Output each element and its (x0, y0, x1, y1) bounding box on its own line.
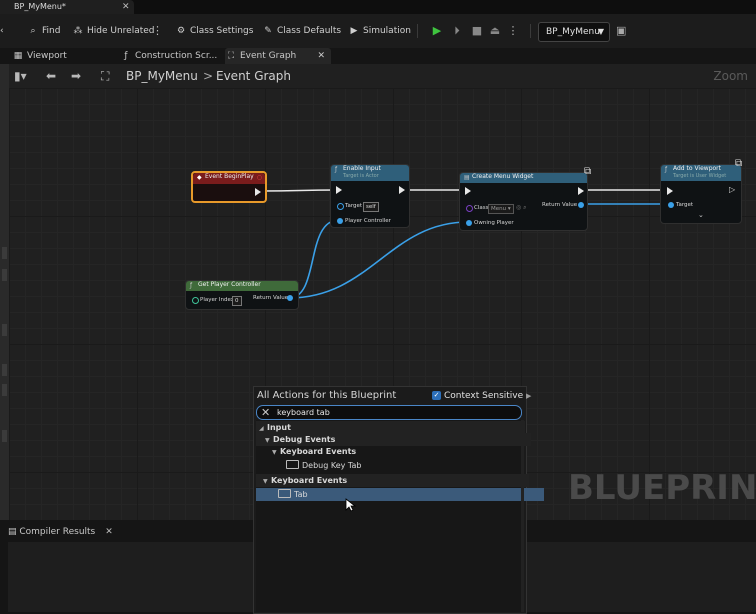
node-title: Create Menu Widget (472, 173, 534, 180)
category-keyboard-events[interactable]: ▼ Keyboard Events (256, 474, 529, 487)
action-item-tab[interactable]: Tab (256, 488, 544, 501)
target-pin[interactable] (668, 202, 674, 208)
pin-label: Target (345, 203, 363, 209)
exec-wire (261, 189, 338, 192)
exec-in-pin[interactable] (667, 187, 673, 195)
action-search-input[interactable] (277, 406, 507, 419)
pin-label: Owning Player (474, 220, 514, 226)
category-keyboard-events[interactable]: ▼ Keyboard Events (256, 445, 538, 458)
context-sensitive-label: Context Sensitive (444, 391, 524, 401)
keyboard-icon (278, 489, 291, 498)
close-tab-icon[interactable]: ✕ (105, 527, 113, 537)
return-value-pin[interactable] (287, 295, 293, 301)
widget-node-icon: ⧉ (584, 166, 592, 177)
data-wire (288, 221, 469, 299)
mouse-cursor-icon (345, 498, 357, 512)
return-value-pin[interactable] (578, 202, 584, 208)
node-title: Enable Input (343, 165, 381, 172)
exec-out-pin[interactable] (399, 186, 405, 194)
node-header: Create Menu Widget (460, 173, 587, 183)
tab-compiler-results[interactable]: ▤ Compiler Results ✕ (8, 524, 113, 540)
exec-in-pin[interactable] (336, 186, 342, 194)
action-menu-title: All Actions for this Blueprint (257, 390, 397, 401)
player-index-pin[interactable] (192, 297, 199, 304)
target-value[interactable]: self (363, 202, 379, 212)
node-event-begin-play[interactable]: Event BeginPlay ◆ ○ (191, 171, 267, 203)
node-header: Get Player Controller (186, 281, 298, 291)
node-add-to-viewport[interactable]: Add to Viewport ƒ Target is User Widget … (660, 164, 742, 224)
node-subtitle: Target is User Widget (673, 173, 727, 179)
class-pin[interactable] (466, 205, 473, 212)
node-title: Event BeginPlay (205, 173, 254, 180)
node-title: Add to Viewport (673, 165, 721, 172)
function-icon: ƒ (335, 166, 338, 173)
keyboard-icon (286, 460, 299, 469)
node-get-player-controller[interactable]: Get Player Controller ƒ Player Index 0 R… (185, 280, 299, 310)
node-create-menu-widget[interactable]: Create Menu Widget ▤ Class Menu ▾ ◎ ⌕ Re… (459, 172, 588, 231)
pin-label: Return Value (542, 202, 578, 208)
pin-label: Target (676, 202, 694, 208)
checkbox-checked-icon[interactable]: ✓ (432, 391, 441, 400)
function-icon: ƒ (190, 282, 193, 289)
target-pin[interactable] (337, 203, 344, 210)
node-header: Event BeginPlay (193, 173, 265, 184)
clear-search-icon[interactable]: ✕ (261, 406, 270, 419)
category-label: Debug Events (273, 435, 336, 444)
exec-out-pin[interactable]: ▷ (729, 185, 735, 194)
expand-triangle-icon[interactable]: ▼ (272, 446, 280, 459)
category-label: Keyboard Events (280, 447, 357, 456)
expand-triangle-icon[interactable]: ▼ (263, 475, 271, 488)
pin-label: Player Index (200, 297, 235, 303)
widget-icon: ▤ (464, 174, 470, 181)
action-list: ◢ Input ▼ Debug Events ▼ Keyboard Events De… (256, 420, 544, 612)
category-label: Input (267, 423, 291, 432)
exec-out-pin[interactable] (255, 188, 261, 196)
event-icon: ◆ (197, 174, 202, 181)
owning-player-pin[interactable] (466, 220, 472, 226)
action-item-label: Tab (294, 490, 308, 499)
action-search-field[interactable]: ✕ (256, 405, 522, 420)
expand-chevron-icon[interactable]: ⌄ (698, 211, 704, 219)
player-index-value[interactable]: 0 (232, 296, 242, 306)
compiler-results-label: Compiler Results (19, 527, 96, 537)
class-dropdown[interactable]: Menu ▾ (488, 204, 514, 214)
delegate-pin-icon: ○ (256, 174, 262, 181)
blueprint-watermark: BLUEPRINT (568, 468, 756, 508)
compiler-results-icon: ▤ (8, 527, 20, 537)
function-icon: ƒ (665, 166, 668, 173)
action-list-scrollbar[interactable] (521, 420, 524, 612)
node-title: Get Player Controller (198, 281, 261, 288)
action-item-label: Debug Key Tab (302, 461, 362, 470)
exec-out-pin[interactable] (578, 187, 584, 195)
widget-node-icon: ⧉ (735, 158, 743, 169)
chevron-right-icon: ▶ (526, 392, 532, 400)
node-subtitle: Target is Actor (343, 173, 379, 179)
node-enable-input[interactable]: Enable Input ƒ Target is Actor Target se… (330, 164, 410, 228)
context-sensitive-toggle[interactable]: ✓ Context Sensitive ▶ (432, 389, 531, 403)
player-controller-pin[interactable] (337, 218, 343, 224)
category-label: Keyboard Events (271, 476, 348, 485)
pin-label: Return Value (253, 295, 289, 301)
action-item-debug-key-tab[interactable]: Debug Key Tab (256, 459, 552, 472)
browse-icons[interactable]: ◎ ⌕ (516, 204, 527, 212)
exec-in-pin[interactable] (465, 187, 471, 195)
pin-label: Player Controller (345, 218, 391, 224)
pin-label: Class (474, 205, 489, 211)
class-value: Menu (491, 206, 507, 212)
